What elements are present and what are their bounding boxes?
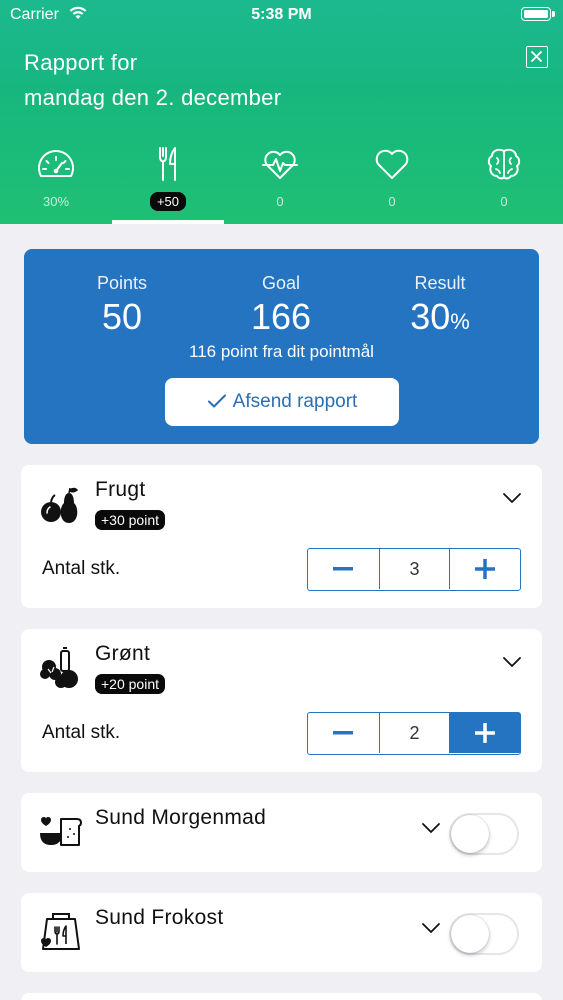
chevron-down-icon[interactable] <box>502 491 522 509</box>
points-badge: +20 point <box>95 674 165 694</box>
food-item-card: Grønt +20 point Antal stk. 2 <box>21 629 542 772</box>
increment-button[interactable] <box>449 549 520 589</box>
tab-food[interactable]: +50 <box>112 146 224 224</box>
report-title: Rapport for <box>24 50 138 75</box>
toggle-knob <box>451 915 489 953</box>
goal-label: Goal <box>261 273 301 293</box>
quantity-stepper: 2 <box>307 712 521 755</box>
toggle-knob <box>451 815 489 853</box>
increment-button[interactable] <box>449 713 520 753</box>
tab-wellbeing[interactable]: 0 <box>336 146 448 224</box>
points-stat: Points 50 <box>42 273 202 338</box>
food-item-card: Frugt +30 point Antal stk. 3 <box>21 465 542 608</box>
send-report-label: Afsend rapport <box>232 391 358 412</box>
brain-icon <box>487 148 521 180</box>
lunch-bag-icon <box>39 911 83 956</box>
plus-icon <box>475 723 496 743</box>
clock: 5:38 PM <box>251 6 312 23</box>
speedometer-icon <box>38 150 74 177</box>
tab-mind-label: 0 <box>500 194 508 209</box>
tab-activity-label: 0 <box>276 194 284 209</box>
toggle-switch[interactable] <box>449 813 519 855</box>
fork-knife-icon <box>159 147 176 181</box>
minus-icon <box>333 567 354 571</box>
result-unit: % <box>450 309 470 334</box>
result-stat: Result 30% <box>360 273 520 338</box>
summary-card: Points 50 Goal 166 Result 30% 116 point … <box>24 249 539 444</box>
result-number: 30 <box>410 296 451 337</box>
food-item-name: Sund Morgenmad <box>95 806 267 829</box>
chevron-down-icon[interactable] <box>502 655 522 673</box>
category-tabs: 30% +50 0 0 0 <box>0 146 563 224</box>
chevron-down-icon[interactable] <box>421 921 441 939</box>
vegetables-icon <box>39 647 83 694</box>
fruit-icon <box>39 485 83 530</box>
food-item-card: Sund Morgenmad <box>21 793 542 872</box>
points-value: 50 <box>101 296 143 337</box>
status-bar: Carrier 5:38 PM <box>0 0 563 30</box>
points-badge: +30 point <box>95 510 165 530</box>
checkmark-icon <box>207 394 226 408</box>
points-label: Points <box>96 273 148 293</box>
goal-value: 166 <box>250 296 312 337</box>
close-button[interactable] <box>526 46 548 68</box>
result-value: 30% <box>360 296 520 338</box>
plus-icon <box>475 559 496 579</box>
decrement-button[interactable] <box>308 713 379 753</box>
tab-overview-label: 30% <box>42 194 70 209</box>
food-item-card: Sund Frokost <box>21 893 542 972</box>
toggle-switch[interactable] <box>449 913 519 955</box>
quantity-value: 3 <box>378 549 450 589</box>
chevron-down-icon[interactable] <box>421 821 441 839</box>
send-report-button[interactable]: Afsend rapport <box>165 378 399 426</box>
quantity-stepper: 3 <box>307 548 521 591</box>
heart-icon <box>375 149 409 179</box>
heartbeat-icon <box>262 150 298 179</box>
food-item-name: Sund Frokost <box>95 906 224 929</box>
goal-stat: Goal 166 <box>201 273 361 338</box>
report-header: Carrier 5:38 PM Rapport for mandag den 2… <box>0 0 563 224</box>
food-item-card <box>21 993 542 1000</box>
minus-icon <box>333 731 354 735</box>
tab-overview[interactable]: 30% <box>0 146 112 224</box>
tab-food-label: +50 <box>149 192 187 211</box>
goal-remaining-note: 116 point fra dit pointmål <box>189 342 374 361</box>
battery-icon <box>521 7 555 21</box>
quantity-label: Antal stk. <box>42 558 121 579</box>
report-date: mandag den 2. december <box>24 85 282 110</box>
tab-mind[interactable]: 0 <box>448 146 560 224</box>
food-item-name: Frugt <box>95 478 146 501</box>
tab-wellbeing-label: 0 <box>388 194 396 209</box>
decrement-button[interactable] <box>308 549 379 589</box>
quantity-value: 2 <box>378 713 450 753</box>
tab-activity[interactable]: 0 <box>224 146 336 224</box>
result-label: Result <box>414 273 466 293</box>
quantity-label: Antal stk. <box>42 722 121 743</box>
breakfast-icon <box>39 815 83 854</box>
close-icon <box>531 51 542 62</box>
food-item-name: Grønt <box>95 642 151 665</box>
